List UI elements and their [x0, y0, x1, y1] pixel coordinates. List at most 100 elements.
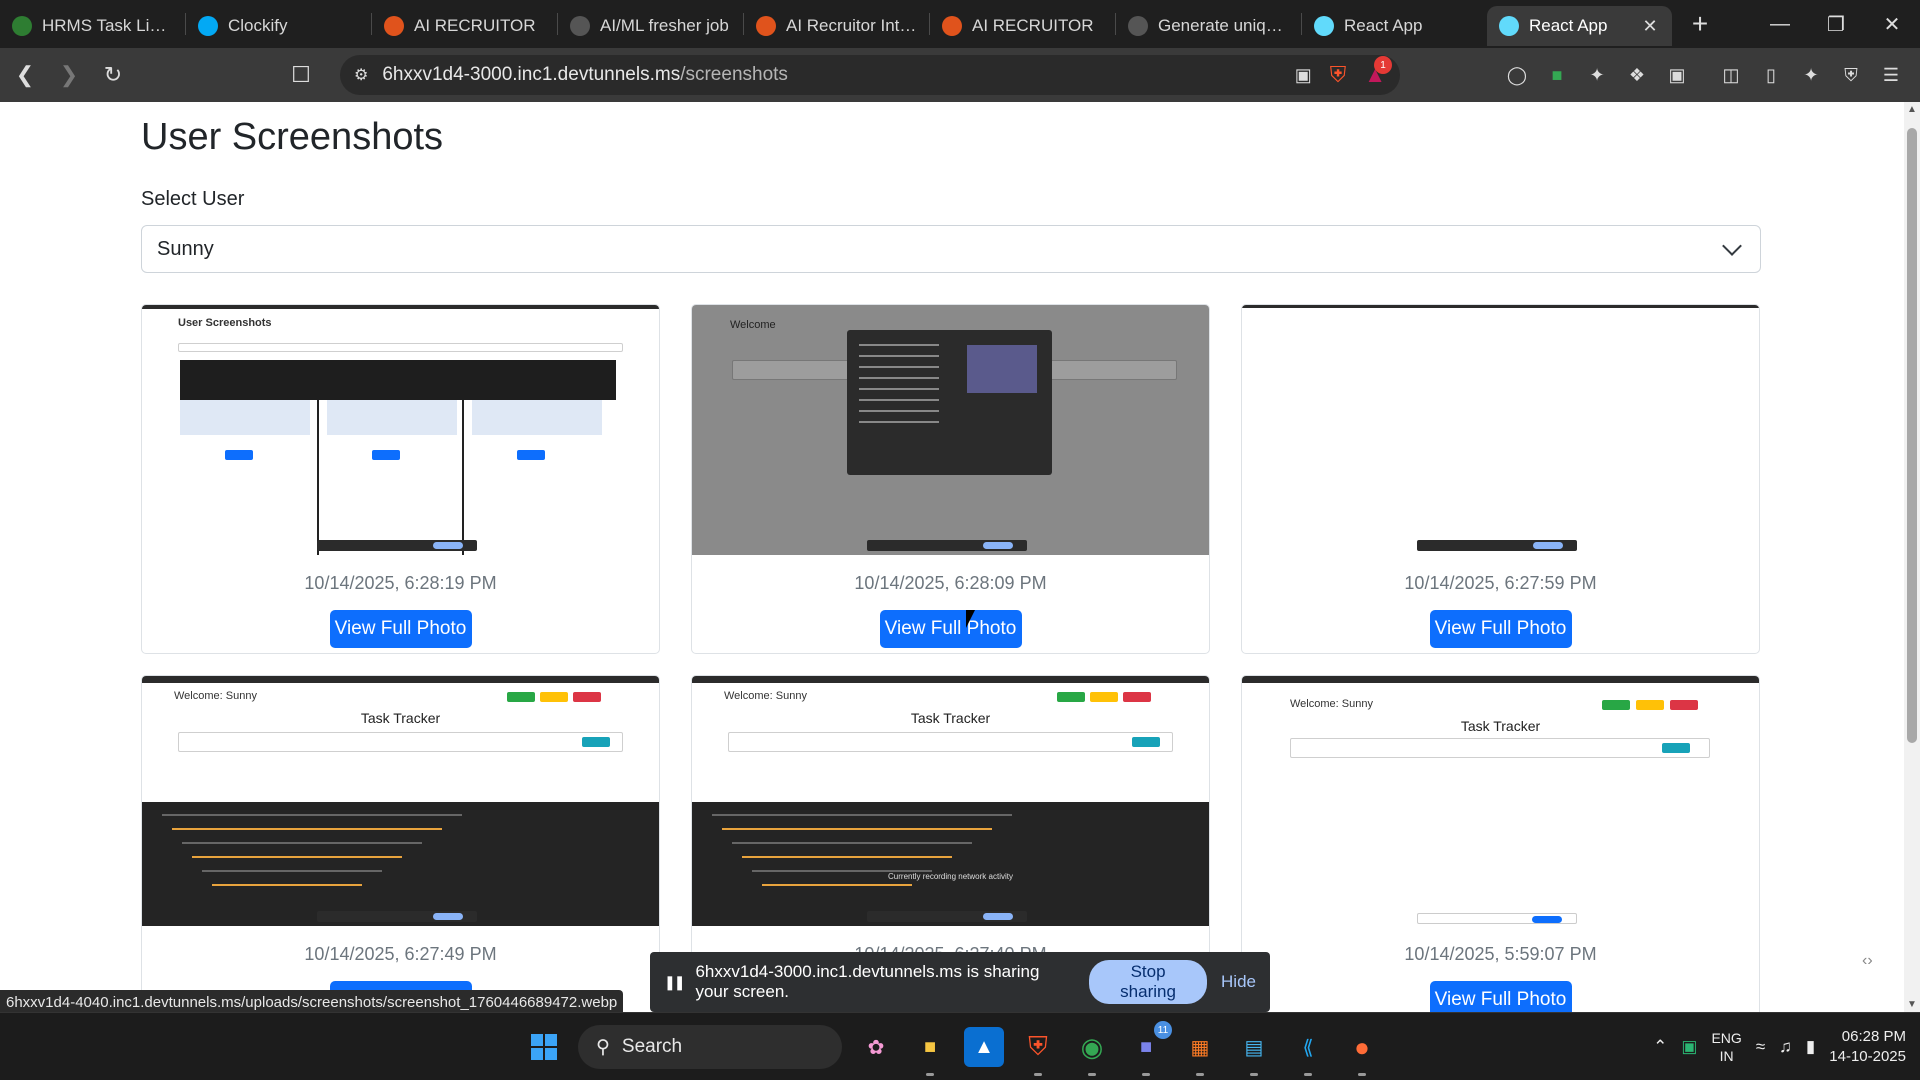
- tray-app-icon[interactable]: ▣: [1681, 1037, 1697, 1057]
- page-scrollbar[interactable]: ▲ ▼: [1904, 102, 1920, 1012]
- brave-shields-icon[interactable]: ⛨: [1330, 62, 1347, 88]
- start-button[interactable]: [524, 1027, 564, 1067]
- brave-browser-icon[interactable]: ⛨: [1018, 1027, 1058, 1076]
- browser-tab[interactable]: AI/ML fresher job: [558, 6, 743, 46]
- leo-ai-icon[interactable]: ✦: [1798, 62, 1824, 88]
- browser-tab[interactable]: React App: [1302, 6, 1487, 46]
- window-controls: — ❐ ✕: [1752, 0, 1920, 48]
- taskbar-search[interactable]: ⚲ Search: [578, 1025, 842, 1069]
- tab-label: React App: [1344, 16, 1423, 35]
- minimize-button[interactable]: —: [1752, 0, 1808, 48]
- cast-icon[interactable]: ▣: [1295, 65, 1312, 86]
- thumb-browser-bar: [1242, 676, 1759, 683]
- chrome-icon[interactable]: ◉: [1072, 1027, 1112, 1076]
- chatgpt-icon: [1128, 16, 1148, 36]
- thumb-share-bar: [867, 911, 1027, 922]
- thumb-stop-btn: [1532, 916, 1562, 923]
- extension-icon[interactable]: ✦: [1584, 62, 1610, 88]
- browser-tab[interactable]: HRMS Task List - C: [0, 6, 185, 46]
- react-icon: [1499, 16, 1519, 36]
- thumb-devtools-line: [212, 884, 362, 886]
- screenshot-timestamp: 10/14/2025, 6:27:49 PM: [304, 944, 497, 964]
- wifi-icon[interactable]: ≈: [1756, 1037, 1765, 1057]
- chat-extension-icon[interactable]: ■: [1544, 62, 1570, 88]
- address-bar[interactable]: ⚙ 6hxxv1d4-3000.inc1.devtunnels.ms/scree…: [340, 55, 1400, 95]
- screenshot-thumbnail[interactable]: Welcome: Sunny Task Tracker Currently reco…: [692, 676, 1209, 926]
- vpn-shield-icon[interactable]: ⛨: [1838, 62, 1864, 88]
- brave-rewards-icon[interactable]: ▲ 1: [1364, 56, 1392, 88]
- restore-button[interactable]: ❐: [1808, 0, 1864, 48]
- vpn-icon[interactable]: ◯: [1504, 62, 1530, 88]
- thumb-mini-card: [472, 400, 602, 435]
- thumb-stop-btn: [433, 542, 463, 549]
- wallet-icon[interactable]: ▯: [1758, 62, 1784, 88]
- notepad-icon[interactable]: ▤: [1234, 1027, 1274, 1076]
- screenshot-thumbnail[interactable]: [1242, 305, 1759, 555]
- browser-tab[interactable]: Clockify: [186, 6, 371, 46]
- thumb-select: [178, 343, 623, 352]
- xampp-icon[interactable]: ▦: [1180, 1027, 1220, 1076]
- postman-icon[interactable]: ●: [1342, 1027, 1382, 1076]
- scroll-down-icon[interactable]: ▼: [1904, 999, 1920, 1010]
- brave-icon: [942, 16, 962, 36]
- screenshot-timestamp: 10/14/2025, 6:28:19 PM: [304, 573, 497, 593]
- view-full-photo-button[interactable]: View Full Photo: [1429, 610, 1572, 648]
- hide-share-bar-button[interactable]: Hide: [1221, 972, 1256, 992]
- screenshot-thumbnail[interactable]: Welcome: Sunny Task Tracker: [1242, 676, 1759, 926]
- thumb-btn-green: [507, 692, 535, 702]
- scrollbar-thumb[interactable]: [1907, 128, 1917, 743]
- show-hidden-icons-icon[interactable]: ⌃: [1653, 1037, 1667, 1057]
- user-select[interactable]: Sunny: [141, 225, 1761, 273]
- vscode-icon[interactable]: ⟪: [1288, 1027, 1328, 1076]
- code-toggle-icon[interactable]: ‹›: [1862, 952, 1890, 980]
- clock[interactable]: 06:28 PM 14-10-2025: [1829, 1027, 1906, 1067]
- reload-button[interactable]: ↻: [94, 56, 132, 94]
- back-button[interactable]: ❮: [6, 56, 44, 94]
- close-window-button[interactable]: ✕: [1864, 0, 1920, 48]
- bookmark-icon[interactable]: ☐: [282, 56, 320, 94]
- thumb-dark-banner: [180, 360, 616, 400]
- forward-button[interactable]: ❯: [50, 56, 88, 94]
- stop-sharing-button[interactable]: Stop sharing: [1089, 960, 1208, 1004]
- sidebar-toggle-icon[interactable]: ◫: [1718, 62, 1744, 88]
- new-tab-button[interactable]: +: [1680, 8, 1720, 40]
- view-full-photo-button[interactable]: View Full Photo: [329, 610, 472, 648]
- screenshot-card: Welcome: Sunny Task Tracker 10/14/2025, 5:…: [1241, 675, 1760, 1012]
- thumb-devtools: Currently recording network activity: [692, 802, 1209, 926]
- system-tray: ⌃ ▣ ENG IN ≈ ♫ ▮ 06:28 PM 14-10-2025: [1653, 1013, 1906, 1080]
- battery-icon[interactable]: ▮: [1806, 1037, 1815, 1057]
- browser-tab[interactable]: React App ✕: [1487, 6, 1672, 46]
- screenshot-extension-icon[interactable]: ▣: [1664, 62, 1690, 88]
- view-full-photo-button[interactable]: View Full Photo: [1429, 981, 1572, 1012]
- browser-tab[interactable]: AI Recruitor Interv: [744, 6, 929, 46]
- screenshot-thumbnail[interactable]: Welcome: [692, 305, 1209, 555]
- menu-icon[interactable]: ☰: [1878, 62, 1904, 88]
- language-indicator[interactable]: ENG IN: [1711, 1029, 1741, 1065]
- file-explorer-icon[interactable]: ■: [910, 1027, 950, 1076]
- browser-tab[interactable]: Generate unique ir: [1116, 6, 1301, 46]
- thumb-share-bar: [1417, 913, 1577, 924]
- thumb-devtools-line: [712, 814, 1012, 816]
- screenshot-thumbnail[interactable]: User Screenshots: [142, 305, 659, 555]
- puzzle-extensions-icon[interactable]: ❖: [1624, 62, 1650, 88]
- thumb-picker-row: [859, 410, 939, 412]
- copilot-icon[interactable]: ✿: [856, 1027, 896, 1067]
- volume-icon[interactable]: ♫: [1779, 1037, 1792, 1057]
- thumb-share-bar: [317, 540, 477, 551]
- browser-tab[interactable]: AI RECRUITOR: [372, 6, 557, 46]
- thumb-btn-yellow: [1636, 700, 1664, 710]
- site-info-icon[interactable]: ⚙: [354, 65, 368, 85]
- tab-label: AI/ML fresher job: [600, 16, 729, 35]
- browser-tab[interactable]: AI RECRUITOR: [930, 6, 1115, 46]
- close-tab-icon[interactable]: ✕: [1640, 16, 1660, 37]
- view-full-photo-button[interactable]: View Full Photo: [879, 610, 1022, 648]
- scroll-up-icon[interactable]: ▲: [1904, 104, 1920, 115]
- thumb-picker-row: [859, 421, 939, 423]
- thumb-devtools-line: [202, 870, 382, 872]
- azure-app-icon[interactable]: ▲: [964, 1027, 1004, 1067]
- lang-line2: IN: [1719, 1048, 1734, 1064]
- teams-icon[interactable]: ■ 11: [1126, 1021, 1172, 1076]
- screenshot-thumbnail[interactable]: Welcome: Sunny Task Tracker: [142, 676, 659, 926]
- thumb-browser-bar: [692, 676, 1209, 683]
- thumb-picker-row: [859, 399, 939, 401]
